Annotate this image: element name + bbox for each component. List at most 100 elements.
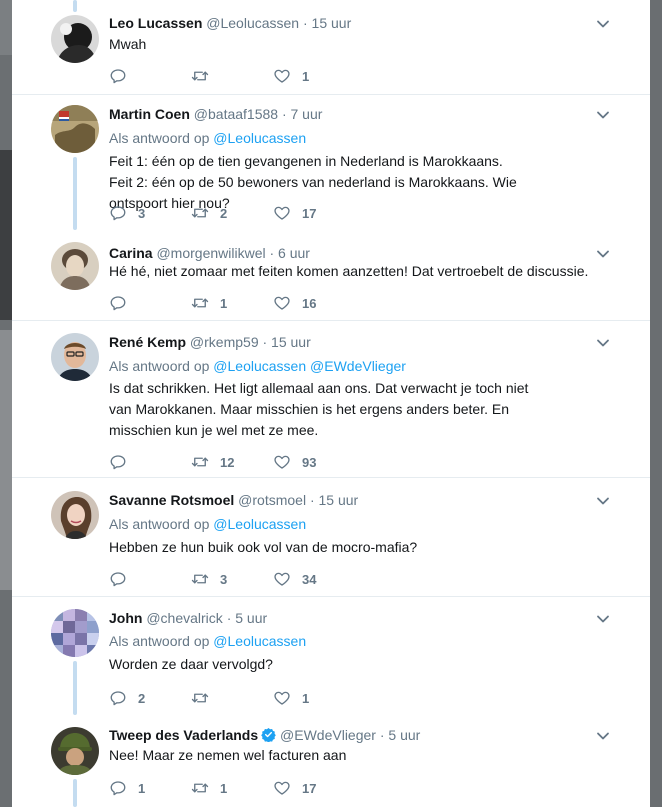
user-handle[interactable]: @morgenwilikwel <box>156 245 265 261</box>
reply-to-link[interactable]: @Leolucassen <box>213 358 306 374</box>
retweet-icon <box>191 570 209 588</box>
retweet-button[interactable] <box>191 688 220 708</box>
reply-button[interactable]: 3 <box>109 203 145 223</box>
reply-button[interactable]: 1 <box>109 778 145 798</box>
like-button[interactable]: 17 <box>273 778 316 798</box>
tweet-header: John @chevalrick · 5 uur <box>109 609 267 627</box>
timestamp[interactable]: · 15 uur <box>263 334 311 350</box>
avatar[interactable] <box>51 491 99 539</box>
reply-prefix: Als antwoord op <box>109 130 210 146</box>
avatar[interactable] <box>51 105 99 153</box>
like-button[interactable]: 16 <box>273 293 316 313</box>
chevron-down-icon[interactable] <box>596 336 610 350</box>
reply-context: Als antwoord op @Leolucassen <box>109 515 306 533</box>
like-button[interactable]: 34 <box>273 569 316 589</box>
reply-button[interactable] <box>109 293 138 313</box>
retweet-button[interactable] <box>191 66 220 86</box>
retweet-count: 2 <box>220 205 228 221</box>
reply-prefix: Als antwoord op <box>109 633 210 649</box>
user-handle[interactable]: @EWdeVlieger <box>280 727 376 743</box>
retweet-button[interactable]: 1 <box>191 293 227 313</box>
chevron-down-icon[interactable] <box>596 612 610 626</box>
reply-icon <box>109 204 127 222</box>
user-handle[interactable]: @bataaf1588 <box>194 106 278 122</box>
background-page-right <box>650 0 662 807</box>
display-name[interactable]: Tweep des Vaderlands <box>109 727 258 743</box>
like-count: 1 <box>302 68 310 84</box>
reply-to-link[interactable]: @EWdeVlieger <box>310 358 406 374</box>
like-count: 93 <box>302 454 317 470</box>
reply-prefix: Als antwoord op <box>109 358 210 374</box>
display-name[interactable]: Carina <box>109 245 153 261</box>
display-name[interactable]: John <box>109 610 142 626</box>
user-handle[interactable]: @rkemp59 <box>190 334 259 350</box>
tweet-text: Hé hé, niet zomaar met feiten komen aanz… <box>109 263 589 279</box>
avatar[interactable] <box>51 609 99 657</box>
retweet-button[interactable]: 3 <box>191 569 227 589</box>
reply-count: 1 <box>138 780 146 796</box>
tweet-header: Carina @morgenwilikwel · 6 uur <box>109 244 310 262</box>
tweet-text: Feit 1: één op de tien gevangenen in Ned… <box>109 153 517 211</box>
like-button[interactable]: 93 <box>273 452 316 472</box>
retweet-icon <box>191 67 209 85</box>
reply-button[interactable]: 2 <box>109 688 145 708</box>
display-name[interactable]: Martin Coen <box>109 106 190 122</box>
timestamp[interactable]: · 15 uur <box>303 15 351 31</box>
reply-to-link[interactable]: @Leolucassen <box>213 516 306 532</box>
avatar[interactable] <box>51 15 99 63</box>
retweet-button[interactable]: 2 <box>191 203 227 223</box>
chevron-down-icon[interactable] <box>596 729 610 743</box>
reply-button[interactable] <box>109 452 138 472</box>
timestamp[interactable]: · 5 uur <box>380 727 420 743</box>
background-page-left <box>0 0 12 807</box>
heart-icon <box>273 779 291 797</box>
tweet-header: René Kemp @rkemp59 · 15 uur <box>109 333 311 351</box>
retweet-button[interactable]: 12 <box>191 452 234 472</box>
display-name[interactable]: René Kemp <box>109 334 186 350</box>
tweet-header: Martin Coen @bataaf1588 · 7 uur <box>109 105 322 123</box>
user-handle[interactable]: @chevalrick <box>146 610 222 626</box>
tweet[interactable]: René Kemp @rkemp59 · 15 uur Als antwoord… <box>12 321 650 478</box>
user-handle[interactable]: @rotsmoel <box>238 492 306 508</box>
timestamp[interactable]: · 15 uur <box>310 492 358 508</box>
user-handle[interactable]: @Leolucassen <box>206 15 299 31</box>
reply-to-link[interactable]: @Leolucassen <box>213 633 306 649</box>
like-button[interactable]: 1 <box>273 688 309 708</box>
reply-button[interactable] <box>109 66 138 86</box>
like-button[interactable]: 17 <box>273 203 316 223</box>
like-button[interactable]: 1 <box>273 66 309 86</box>
heart-icon <box>273 570 291 588</box>
avatar[interactable] <box>51 242 99 290</box>
tweet-text: Nee! Maar ze nemen wel facturen aan <box>109 747 347 763</box>
timestamp[interactable]: · 6 uur <box>270 245 310 261</box>
chevron-down-icon[interactable] <box>596 494 610 508</box>
tweet[interactable]: John @chevalrick · 5 uur Als antwoord op… <box>12 597 650 715</box>
chevron-down-icon[interactable] <box>596 108 610 122</box>
tweet[interactable]: Savanne Rotsmoel @rotsmoel · 15 uur Als … <box>12 478 650 597</box>
retweet-count: 12 <box>220 454 235 470</box>
thread-line <box>73 157 77 230</box>
like-count: 16 <box>302 295 317 311</box>
thread-line <box>73 0 77 12</box>
reply-button[interactable] <box>109 569 138 589</box>
timestamp[interactable]: · 7 uur <box>282 106 322 122</box>
reply-icon <box>109 67 127 85</box>
reply-count: 2 <box>138 690 146 706</box>
tweet[interactable]: Martin Coen @bataaf1588 · 7 uur Als antw… <box>12 95 650 230</box>
tweet[interactable]: Leo Lucassen @Leolucassen · 15 uur Mwah … <box>12 0 650 95</box>
reply-context: Als antwoord op @Leolucassen <box>109 129 306 147</box>
chevron-down-icon[interactable] <box>596 247 610 261</box>
display-name[interactable]: Leo Lucassen <box>109 15 202 31</box>
avatar[interactable] <box>51 727 99 775</box>
reply-icon <box>109 689 127 707</box>
timestamp[interactable]: · 5 uur <box>227 610 267 626</box>
reply-to-link[interactable]: @Leolucassen <box>213 130 306 146</box>
display-name[interactable]: Savanne Rotsmoel <box>109 492 234 508</box>
verified-badge-icon <box>261 727 276 742</box>
tweet[interactable]: Carina @morgenwilikwel · 6 uur Hé hé, ni… <box>12 230 650 321</box>
chevron-down-icon[interactable] <box>596 17 610 31</box>
retweet-button[interactable]: 1 <box>191 778 227 798</box>
tweet[interactable]: Tweep des Vaderlands @EWdeVlieger · 5 uu… <box>12 715 650 807</box>
heart-icon <box>273 204 291 222</box>
avatar[interactable] <box>51 333 99 381</box>
